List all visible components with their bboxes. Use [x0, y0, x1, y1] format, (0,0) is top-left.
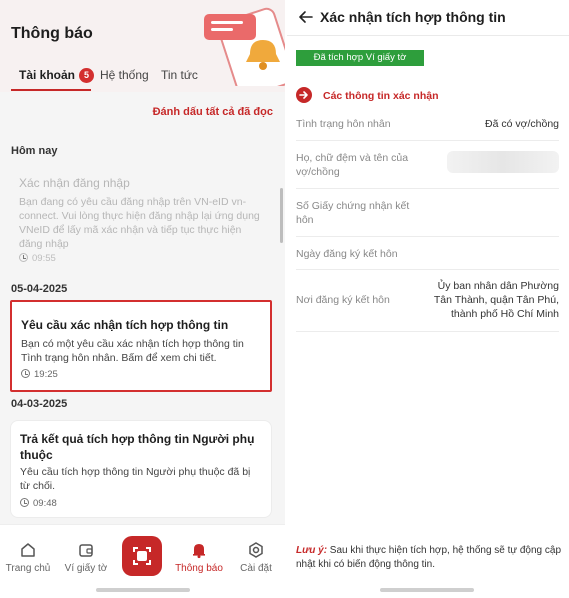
- nav-settings-label: Cài đặt: [240, 563, 272, 574]
- nav-wallet-label: Ví giấy tờ: [64, 563, 108, 574]
- notification-body: Yêu cầu tích hợp thông tin Người phụ thu…: [20, 466, 251, 492]
- section-date-1: 05-04-2025: [11, 283, 68, 295]
- tab-news[interactable]: Tin tức: [161, 68, 198, 82]
- info-label: Họ, chữ đệm và tên của vợ/chồng: [296, 152, 409, 178]
- notification-card-login[interactable]: Xác nhận đăng nhập Bạn đang có yêu cầu đ…: [10, 162, 272, 272]
- bell-icon: [193, 544, 205, 559]
- page-title: Xác nhận tích hợp thông tin: [320, 9, 506, 25]
- info-row-marriage-certificate: Số Giấy chứng nhận kết hôn: [296, 189, 559, 237]
- header-divider: [287, 35, 569, 36]
- scan-button[interactable]: [122, 536, 162, 576]
- arrow-right-circle-icon: [296, 87, 312, 103]
- info-value: Ủy ban nhân dân Phường Tân Thành, quận T…: [433, 280, 559, 320]
- header: Thông báo Tài khoản 5 Hệ thống Tin tức: [0, 0, 285, 92]
- redacted-value: [447, 151, 559, 173]
- note: Lưu ý: Sau khi thực hiện tích hợp, hệ th…: [296, 544, 561, 572]
- bottom-navigation: Trang chủ Ví giấy tờ Thông báo Cài đặt: [0, 524, 285, 598]
- note-label: Lưu ý:: [296, 545, 328, 556]
- clock-icon: [19, 253, 28, 262]
- notification-title: Xác nhận đăng nhập: [19, 176, 130, 190]
- home-indicator: [380, 588, 474, 592]
- notification-tabs: Tài khoản 5 Hệ thống Tin tức: [0, 60, 285, 92]
- nav-settings[interactable]: Cài đặt: [226, 541, 285, 574]
- notification-body: Bạn có một yêu cầu xác nhận tích hợp thô…: [21, 338, 244, 364]
- notification-time: 09:55: [19, 253, 56, 264]
- unread-count-badge: 5: [79, 68, 95, 83]
- notification-title: Trả kết quả tích hợp thông tin Người phụ…: [20, 432, 255, 462]
- clock-icon: [20, 498, 29, 507]
- mark-all-read-link[interactable]: Đánh dấu tất cả đã đọc: [153, 106, 273, 118]
- tab-system[interactable]: Hệ thống: [100, 68, 149, 82]
- info-label: Ngày đăng ký kết hôn: [296, 248, 398, 260]
- note-text: Sau khi thực hiện tích hợp, hệ thống sẽ …: [296, 545, 562, 570]
- info-row-spouse-name: Họ, chữ đệm và tên của vợ/chồng: [296, 141, 559, 189]
- active-tab-indicator: [11, 89, 91, 91]
- notification-time-value: 09:55: [32, 253, 56, 264]
- notification-time-value: 09:48: [33, 498, 57, 509]
- notification-card-integration-request[interactable]: Yêu cầu xác nhận tích hợp thông tin Bạn …: [10, 300, 272, 392]
- notification-time: 09:48: [20, 498, 57, 509]
- info-value: Đã có vợ/chồng: [484, 118, 559, 130]
- integration-confirm-screen: Xác nhận tích hợp thông tin Đã tích hợp …: [287, 0, 569, 598]
- notification-card-dependent-result[interactable]: Trả kết quả tích hợp thông tin Người phụ…: [10, 420, 272, 518]
- nav-notifications-label: Thông báo: [175, 563, 223, 574]
- notification-time-value: 19:25: [34, 369, 58, 380]
- info-label: Số Giấy chứng nhận kết hôn: [296, 200, 410, 226]
- info-row-registration-date: Ngày đăng ký kết hôn: [296, 237, 559, 270]
- nav-home[interactable]: Trang chủ: [0, 541, 58, 574]
- back-arrow-icon[interactable]: [297, 8, 315, 26]
- home-icon: [21, 543, 35, 557]
- nav-home-label: Trang chủ: [5, 563, 51, 574]
- page-title: Thông báo: [11, 25, 93, 42]
- info-label: Nơi đăng ký kết hôn: [296, 294, 390, 306]
- nav-wallet[interactable]: Ví giấy tờ: [56, 541, 116, 574]
- info-row-registration-place: Nơi đăng ký kết hôn Ủy ban nhân dân Phườ…: [296, 270, 559, 332]
- notification-time: 19:25: [21, 369, 58, 380]
- section-today: Hôm nay: [11, 145, 58, 157]
- nav-notifications[interactable]: Thông báo: [169, 541, 229, 574]
- clock-icon: [21, 369, 30, 378]
- gear-icon: [249, 542, 263, 558]
- tab-account[interactable]: Tài khoản 5: [19, 68, 95, 83]
- section-heading: Các thông tin xác nhận: [323, 90, 439, 102]
- home-indicator: [96, 588, 190, 592]
- notifications-screen: Thông báo Tài khoản 5 Hệ thống Tin tức Đá…: [0, 0, 285, 598]
- scan-icon: [133, 547, 151, 565]
- scrollbar-thumb[interactable]: [280, 188, 283, 243]
- info-label: Tình trạng hôn nhân: [296, 118, 391, 130]
- tab-account-label: Tài khoản: [19, 68, 76, 82]
- wallet-icon: [79, 544, 93, 557]
- info-row-marital-status: Tình trạng hôn nhân Đã có vợ/chồng: [296, 111, 559, 141]
- wallet-integrated-badge: Đã tích hợp Ví giấy tờ: [296, 50, 424, 66]
- notification-body: Bạn đang có yêu cầu đăng nhập trên VN-eI…: [19, 196, 260, 250]
- section-date-2: 04-03-2025: [11, 398, 68, 410]
- notification-title: Yêu cầu xác nhận tích hợp thông tin: [21, 318, 229, 332]
